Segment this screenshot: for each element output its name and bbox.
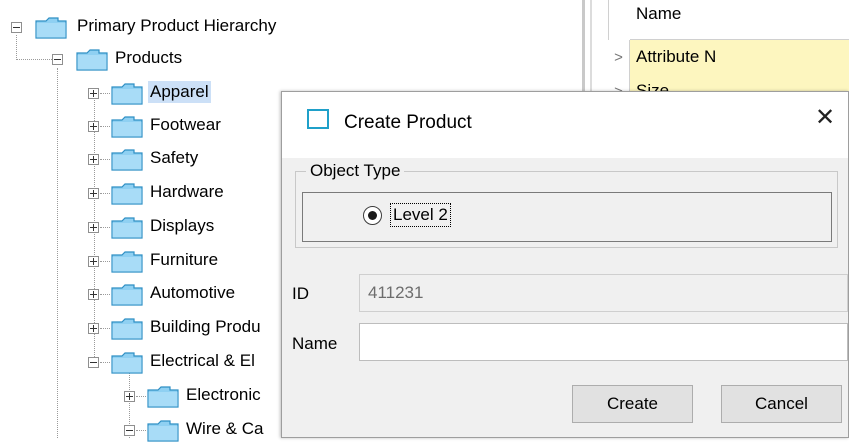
create-button[interactable]: Create bbox=[572, 385, 693, 423]
expand-toggle-building-produ[interactable] bbox=[88, 323, 99, 334]
folder-icon bbox=[111, 352, 143, 374]
expand-toggle-footwear[interactable] bbox=[88, 121, 99, 132]
expand-toggle-automotive[interactable] bbox=[88, 289, 99, 300]
object-type-legend: Object Type bbox=[306, 161, 405, 181]
tree-node-wire-ca[interactable]: Wire & Ca bbox=[184, 418, 265, 440]
expand-toggle-wire-ca[interactable] bbox=[124, 425, 135, 436]
expand-toggle-furniture[interactable] bbox=[88, 256, 99, 267]
folder-icon bbox=[35, 17, 67, 39]
tree-node-electronic[interactable]: Electronic bbox=[184, 384, 263, 406]
tree-node-products[interactable]: Products bbox=[113, 47, 184, 69]
tree-node-apparel[interactable]: Apparel bbox=[148, 81, 211, 103]
folder-icon bbox=[111, 251, 143, 273]
window-icon bbox=[307, 109, 329, 129]
close-button[interactable]: ✕ bbox=[812, 106, 838, 132]
expand-toggle-electronic[interactable] bbox=[124, 391, 135, 402]
folder-icon bbox=[111, 83, 143, 105]
level-2-radio[interactable] bbox=[363, 206, 382, 225]
expand-toggle-displays[interactable] bbox=[88, 222, 99, 233]
create-product-dialog: Create Product ✕ Object Type Level 2 ID … bbox=[281, 91, 849, 438]
id-field[interactable]: 411231 bbox=[359, 274, 848, 312]
tree-node-primary-product-hierarchy[interactable]: Primary Product Hierarchy bbox=[75, 15, 278, 37]
expand-toggle-apparel[interactable] bbox=[88, 88, 99, 99]
level-2-radio-label[interactable]: Level 2 bbox=[390, 203, 451, 227]
folder-icon bbox=[147, 386, 179, 408]
dialog-title: Create Product bbox=[344, 112, 472, 133]
tree-node-displays[interactable]: Displays bbox=[148, 215, 216, 237]
expand-toggle-safety[interactable] bbox=[88, 154, 99, 165]
expand-toggle-root[interactable] bbox=[11, 22, 22, 33]
folder-icon bbox=[111, 149, 143, 171]
tree-node-building-produ[interactable]: Building Produ bbox=[148, 316, 263, 338]
grid-row[interactable]: > Attribute N bbox=[608, 40, 849, 74]
name-label: Name bbox=[292, 334, 338, 353]
expand-toggle-electrical-el[interactable] bbox=[88, 357, 99, 368]
folder-icon bbox=[111, 183, 143, 205]
folder-icon bbox=[76, 49, 108, 71]
dialog-titlebar[interactable]: Create Product ✕ bbox=[282, 92, 848, 158]
grid-cell[interactable]: Attribute N bbox=[630, 40, 849, 74]
expand-toggle-hardware[interactable] bbox=[88, 188, 99, 199]
expand-toggle-products[interactable] bbox=[52, 54, 63, 65]
tree-node-furniture[interactable]: Furniture bbox=[148, 249, 220, 271]
tree-node-hardware[interactable]: Hardware bbox=[148, 181, 226, 203]
grid-header-label: Name bbox=[636, 4, 682, 23]
tree-node-footwear[interactable]: Footwear bbox=[148, 114, 223, 136]
folder-icon bbox=[111, 284, 143, 306]
tree-node-automotive[interactable]: Automotive bbox=[148, 282, 237, 304]
grid-column-header-name[interactable]: Name bbox=[630, 0, 849, 40]
id-label: ID bbox=[292, 284, 309, 303]
folder-icon bbox=[111, 116, 143, 138]
tree-node-safety[interactable]: Safety bbox=[148, 147, 200, 169]
expand-row-icon[interactable]: > bbox=[608, 40, 630, 74]
tree-node-electrical-el[interactable]: Electrical & El bbox=[148, 350, 257, 372]
object-type-group: Object Type Level 2 bbox=[295, 161, 838, 248]
object-type-options: Level 2 bbox=[302, 192, 832, 242]
folder-icon bbox=[147, 420, 179, 442]
name-field[interactable] bbox=[359, 323, 848, 361]
folder-icon bbox=[111, 318, 143, 340]
folder-icon bbox=[111, 217, 143, 239]
cancel-button[interactable]: Cancel bbox=[721, 385, 842, 423]
